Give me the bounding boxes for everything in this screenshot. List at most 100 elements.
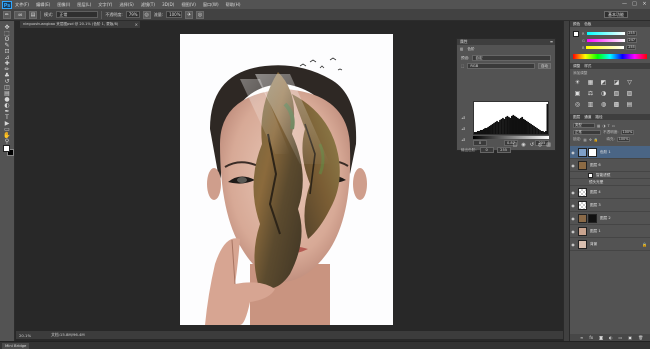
color-channel-value[interactable]: 255 [626,31,637,36]
black-point-eyedropper-icon[interactable]: ⊿ [461,115,465,121]
preset-select[interactable]: 自定 [472,55,551,61]
document-tab[interactable]: nieguoshuangbao 夹层图psd @ 20.1% (色阶 1, 蒙版… [20,21,140,28]
menu-item[interactable]: 文字(Y) [98,2,112,8]
tab-channels[interactable]: 通道 [584,114,591,120]
menu-item[interactable]: 编辑(E) [36,2,50,8]
mini-bridge-tab[interactable]: Mini Bridge [2,343,30,349]
lock-all-icon[interactable]: 🔒 [594,138,598,142]
pressure-size-icon[interactable]: ◎ [196,10,205,19]
color-spectrum[interactable] [573,54,647,59]
menu-item[interactable]: 文件(F) [15,2,29,8]
adjustment-icon[interactable]: ▥ [586,101,595,109]
zoom-level[interactable]: 20.1% [19,333,31,338]
document-info[interactable]: 文档:15.8M/96.4M [51,332,85,338]
menu-item[interactable]: 滤镜(T) [141,2,155,8]
layer-mask-thumbnail[interactable] [588,147,597,157]
adjustment-icon[interactable]: ▤ [625,101,634,109]
layer-row[interactable]: ◉ 图层 6 [570,159,650,172]
layer-thumbnail[interactable] [578,187,587,197]
new-group-icon[interactable]: ▭ [619,334,623,341]
gray-point-eyedropper-icon[interactable]: ⊿ [461,126,465,132]
color-channel-slider[interactable] [586,32,625,35]
menu-item[interactable]: 图层(L) [77,2,91,8]
menu-item[interactable]: 3D(D) [162,2,174,8]
layer-thumbnail[interactable] [578,239,587,249]
visibility-eye-icon[interactable]: ◉ [570,203,576,208]
panel-menu-icon[interactable]: ≡ [550,39,553,45]
adjustment-icon[interactable]: ◍ [599,101,608,109]
filter-shape-icon[interactable]: ▭ [612,124,615,128]
menu-item[interactable]: 窗口(W) [203,2,219,8]
layer-thumbnail[interactable] [578,200,587,210]
brush-tool-icon[interactable]: ✏ [3,10,11,19]
layer-row[interactable]: ◉ 图层 3 [570,199,650,212]
white-point-eyedropper-icon[interactable]: ⊿ [461,137,465,143]
layer-fill-field[interactable]: 100% [616,137,631,142]
clip-to-layer-icon[interactable]: ◫ [513,142,518,148]
layer-row[interactable]: ◉ 图层 1 [570,225,650,238]
filter-adjust-icon[interactable]: ◑ [602,124,605,128]
view-previous-icon[interactable]: ◉ [521,142,525,148]
adjustment-icon[interactable]: ⚖ [586,90,595,98]
color-channel-slider[interactable] [586,39,625,42]
opacity-input[interactable]: 79% [125,11,140,18]
brush-panel-toggle-icon[interactable]: ▤ [29,10,37,19]
layer-opacity-field[interactable]: 100% [620,130,635,135]
tab-styles[interactable]: 样式 [584,63,591,69]
input-black-field[interactable]: 0 [473,140,487,146]
adjustment-icon[interactable]: ▣ [573,90,582,98]
adjustment-icon[interactable]: ▦ [586,79,595,87]
visibility-eye-icon[interactable]: ◉ [570,242,576,247]
layer-row[interactable]: ◉ 色阶 1 [570,146,650,159]
brush-size-picker[interactable]: 46 [14,10,26,19]
filter-pixel-icon[interactable]: ▦ [597,124,600,128]
auto-button[interactable]: 自动 [537,63,551,69]
adjustment-icon[interactable]: ▩ [612,101,621,109]
layer-thumbnail[interactable] [588,172,593,178]
input-gradient[interactable] [473,136,549,139]
close-button[interactable]: × [641,1,648,7]
color-channel-value[interactable]: 255 [626,45,637,50]
adjustment-icon[interactable]: ◎ [573,101,582,109]
close-document-icon[interactable]: × [135,21,138,28]
channel-select[interactable]: RGB [467,63,535,69]
menu-item[interactable]: 视图(V) [181,2,196,8]
color-foreground-swatch[interactable] [573,31,579,37]
mode-select[interactable]: 正常 [56,11,99,18]
filter-type-icon[interactable]: T [608,124,610,128]
visibility-eye-icon[interactable]: ◉ [570,190,576,195]
visibility-eye-icon[interactable]: ◉ [570,163,576,168]
document-canvas[interactable] [180,34,393,325]
layer-row[interactable]: ◉ 图层 4 [570,186,650,199]
add-mask-icon[interactable]: ◙ [599,334,603,341]
adjustment-icon[interactable]: ▽ [625,79,634,87]
adjustment-icon[interactable]: ☀ [573,79,582,87]
airbrush-icon[interactable]: ✈ [185,10,194,19]
delete-icon[interactable]: ▥ [546,142,551,148]
adjustment-icon[interactable]: ◩ [599,79,608,87]
minimize-button[interactable]: — [621,1,628,7]
layer-row[interactable]: 智能滤镜 [570,172,650,179]
reset-icon[interactable]: ↺ [530,142,534,148]
lock-pixels-icon[interactable]: ▦ [583,138,586,142]
adjustment-icon[interactable]: ▧ [612,90,621,98]
blend-mode-select[interactable]: 正常 [573,130,601,135]
output-black-field[interactable]: 0 [479,147,494,153]
layer-row[interactable]: ◉ 背景 🔒 [570,238,650,251]
layer-row[interactable]: ◉ 图层 2 [570,212,650,225]
color-channel-value[interactable]: 247 [626,38,637,43]
layer-thumbnail[interactable] [578,160,587,170]
color-channel-slider[interactable] [586,46,625,49]
adjustment-icon[interactable]: ◑ [599,90,608,98]
link-layers-icon[interactable]: ∞ [580,334,583,341]
lock-position-icon[interactable]: ✥ [589,138,592,142]
flow-input[interactable]: 100% [166,11,183,18]
menu-item[interactable]: 选择(S) [119,2,133,8]
menu-item[interactable]: 图像(I) [57,2,70,8]
layer-thumbnail[interactable] [578,147,587,157]
visibility-icon[interactable]: ◎ [538,142,542,148]
workspace-select[interactable]: 基本功能 [604,11,628,18]
tab-paths[interactable]: 路径 [595,114,602,120]
visibility-eye-icon[interactable]: ◉ [570,229,576,234]
layer-thumbnail[interactable] [578,213,587,223]
